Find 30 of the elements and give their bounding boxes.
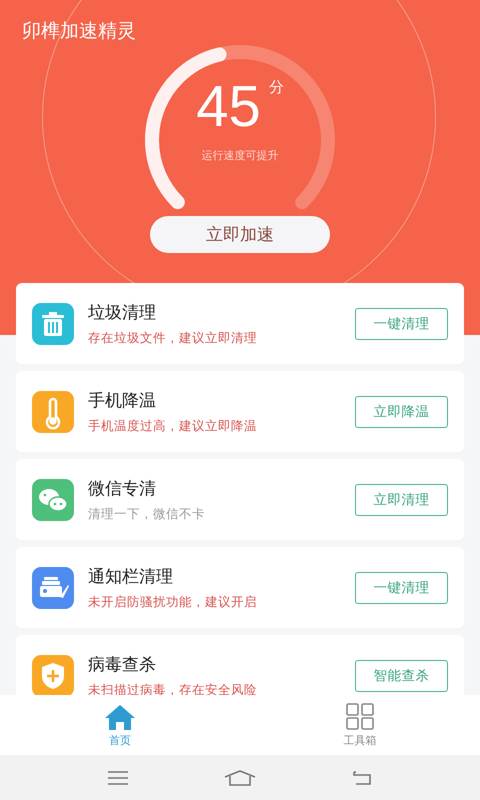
boost-button[interactable]: 立即加速 — [150, 216, 330, 253]
feature-title: 病毒查杀 — [88, 654, 157, 676]
feature-title: 手机降温 — [88, 390, 157, 412]
action-button[interactable]: 立即清理 — [355, 484, 448, 516]
action-button[interactable]: 智能查杀 — [355, 660, 448, 692]
feature-description: 清理一下，微信不卡 — [88, 506, 206, 522]
grid-icon — [345, 702, 375, 730]
feature-description: 未扫描过病毒，存在安全风险 — [88, 682, 258, 695]
score-value: 45 — [196, 73, 261, 141]
broom-icon — [32, 566, 74, 608]
feature-description: 未开启防骚扰功能，建议开启 — [88, 594, 258, 610]
feature-title: 垃圾清理 — [88, 302, 157, 324]
feature-description: 存在垃圾文件，建议立即清理 — [88, 330, 258, 346]
home-icon — [103, 702, 137, 730]
action-button[interactable]: 一键清理 — [355, 308, 448, 340]
tab-item[interactable]: 首页 — [0, 695, 240, 755]
home-outline-icon[interactable] — [222, 768, 257, 786]
score-caption: 运行速度可提升 — [202, 148, 278, 163]
action-button[interactable]: 一键清理 — [355, 572, 448, 604]
thermometer-icon — [32, 390, 74, 432]
tab-item[interactable]: 工具箱 — [240, 695, 480, 755]
feature-description: 手机温度过高，建议立即降温 — [88, 418, 258, 434]
action-button[interactable]: 立即降温 — [355, 396, 448, 428]
app-title: 卯榫加速精灵 — [22, 19, 136, 44]
score-unit: 分 — [268, 78, 284, 97]
feature-title: 通知栏清理 — [88, 566, 174, 588]
chat-bubbles-icon — [32, 478, 74, 520]
menu-icon[interactable] — [106, 770, 130, 786]
feature-title: 微信专清 — [88, 478, 157, 500]
trash-icon — [32, 302, 74, 344]
